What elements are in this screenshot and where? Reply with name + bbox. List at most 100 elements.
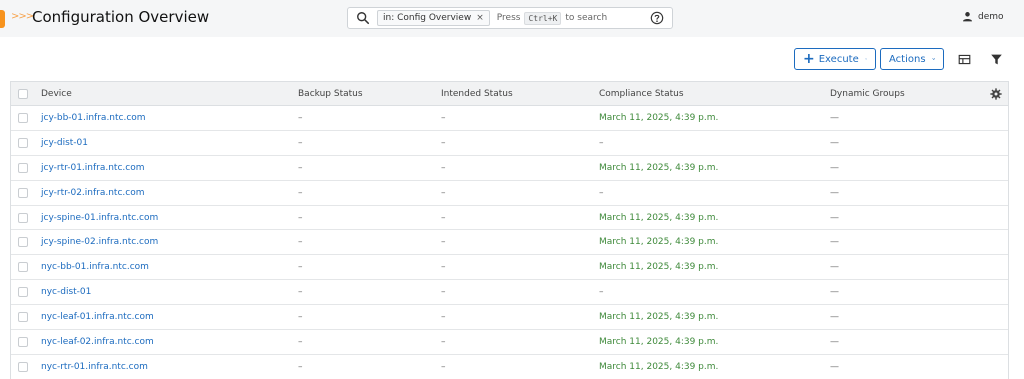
row-checkbox[interactable]: [18, 187, 28, 198]
remove-scope-icon[interactable]: ×: [476, 13, 484, 23]
row-checkbox[interactable]: [18, 287, 28, 298]
chevron-down-icon: [931, 58, 935, 60]
actions-button[interactable]: Actions: [880, 48, 944, 70]
device-link[interactable]: jcy-rtr-01.infra.ntc.com: [41, 163, 145, 173]
device-link[interactable]: nyc-leaf-02.infra.ntc.com: [41, 337, 154, 347]
backup-status: –: [298, 237, 303, 248]
search-hint-to-search: to search: [565, 13, 608, 23]
device-link[interactable]: nyc-bb-01.infra.ntc.com: [41, 262, 149, 272]
plus-icon: +: [803, 51, 815, 67]
execute-button[interactable]: + Execute: [794, 48, 876, 70]
table-layout-icon[interactable]: [958, 53, 971, 66]
dynamic-groups: —: [830, 312, 839, 323]
page-title: Configuration Overview: [32, 8, 210, 26]
compliance-status: March 11, 2025, 4:39 p.m.: [599, 312, 719, 323]
actions-label: Actions: [889, 53, 926, 65]
user-icon: [963, 12, 972, 22]
row-checkbox[interactable]: [18, 212, 28, 223]
device-link[interactable]: jcy-dist-01: [41, 138, 88, 148]
search-scope-chip[interactable]: in: Config Overview ×: [377, 10, 490, 26]
filter-icon[interactable]: [990, 53, 1003, 66]
intended-status: –: [441, 312, 446, 323]
row-checkbox[interactable]: [18, 312, 28, 323]
search-scope-label: in: Config Overview: [383, 13, 472, 23]
backup-status: –: [298, 262, 303, 273]
table-row: nyc-dist-01 – – – —: [11, 280, 1008, 306]
top-header: >>> Configuration Overview in: Config Ov…: [0, 0, 1024, 37]
dynamic-groups: —: [830, 112, 839, 123]
chevron-down-icon: [864, 58, 867, 60]
backup-status: –: [298, 112, 303, 123]
compliance-status: March 11, 2025, 4:39 p.m.: [599, 162, 719, 173]
gear-icon[interactable]: [990, 88, 1002, 100]
backup-status: –: [298, 287, 303, 298]
compliance-status: –: [599, 287, 604, 298]
device-link[interactable]: jcy-spine-01.infra.ntc.com: [41, 213, 158, 223]
user-menu[interactable]: demo: [962, 11, 1004, 22]
search-icon: [357, 12, 370, 25]
backup-status: –: [298, 312, 303, 323]
column-header-dynamic-groups[interactable]: Dynamic Groups: [830, 89, 905, 99]
table-row: jcy-rtr-01.infra.ntc.com – – March 11, 2…: [11, 155, 1008, 181]
column-header-intended-status[interactable]: Intended Status: [441, 89, 513, 99]
compliance-status: March 11, 2025, 4:39 p.m.: [599, 361, 719, 372]
dynamic-groups: —: [830, 187, 839, 198]
row-checkbox[interactable]: [18, 336, 28, 347]
device-link[interactable]: jcy-spine-02.infra.ntc.com: [41, 237, 158, 247]
table-row: jcy-spine-02.infra.ntc.com – – March 11,…: [11, 230, 1008, 256]
main-content: + Execute Actions Device Backup Status I…: [0, 37, 1024, 379]
user-name: demo: [978, 11, 1004, 22]
intended-status: –: [441, 336, 446, 347]
table-row: nyc-bb-01.infra.ntc.com – – March 11, 20…: [11, 255, 1008, 281]
row-checkbox[interactable]: [18, 237, 28, 248]
select-all-checkbox[interactable]: [18, 88, 28, 99]
table-row: jcy-spine-01.infra.ntc.com – – March 11,…: [11, 205, 1008, 231]
dynamic-groups: —: [830, 287, 839, 298]
row-checkbox[interactable]: [18, 262, 28, 273]
table-row: jcy-bb-01.infra.ntc.com – – March 11, 20…: [11, 106, 1008, 131]
compliance-status: –: [599, 137, 604, 148]
compliance-status: March 11, 2025, 4:39 p.m.: [599, 212, 719, 223]
help-icon[interactable]: [650, 11, 664, 25]
table-row: nyc-rtr-01.infra.ntc.com – – March 11, 2…: [11, 354, 1008, 379]
device-link[interactable]: nyc-leaf-01.infra.ntc.com: [41, 312, 154, 322]
dynamic-groups: —: [830, 212, 839, 223]
sidebar-toggle-tab[interactable]: [0, 10, 5, 28]
backup-status: –: [298, 137, 303, 148]
backup-status: –: [298, 212, 303, 223]
column-header-compliance-status[interactable]: Compliance Status: [599, 89, 684, 99]
backup-status: –: [298, 336, 303, 347]
intended-status: –: [441, 262, 446, 273]
search-bar[interactable]: in: Config Overview × Press Ctrl+K to se…: [347, 7, 673, 29]
backup-status: –: [298, 361, 303, 372]
device-link[interactable]: nyc-dist-01: [41, 287, 91, 297]
intended-status: –: [441, 137, 446, 148]
row-checkbox[interactable]: [18, 137, 28, 148]
compliance-status: –: [599, 187, 604, 198]
breadcrumb-arrows: >>>: [11, 11, 34, 22]
device-link[interactable]: jcy-rtr-02.infra.ntc.com: [41, 188, 145, 198]
intended-status: –: [441, 361, 446, 372]
intended-status: –: [441, 287, 446, 298]
column-header-backup-status[interactable]: Backup Status: [298, 89, 363, 99]
search-hint-press: Press: [496, 13, 521, 23]
compliance-status: March 11, 2025, 4:39 p.m.: [599, 262, 719, 273]
row-checkbox[interactable]: [18, 162, 28, 173]
row-checkbox[interactable]: [18, 112, 28, 123]
intended-status: –: [441, 212, 446, 223]
intended-status: –: [441, 237, 446, 248]
execute-label: Execute: [818, 53, 859, 65]
compliance-status: March 11, 2025, 4:39 p.m.: [599, 237, 719, 248]
dynamic-groups: —: [830, 262, 839, 273]
dynamic-groups: —: [830, 336, 839, 347]
compliance-status: March 11, 2025, 4:39 p.m.: [599, 112, 719, 123]
row-checkbox[interactable]: [18, 361, 28, 372]
search-shortcut-key: Ctrl+K: [524, 11, 562, 25]
device-link[interactable]: nyc-rtr-01.infra.ntc.com: [41, 362, 148, 372]
intended-status: –: [441, 112, 446, 123]
column-header-device[interactable]: Device: [41, 89, 72, 99]
intended-status: –: [441, 162, 446, 173]
intended-status: –: [441, 187, 446, 198]
dynamic-groups: —: [830, 137, 839, 148]
device-link[interactable]: jcy-bb-01.infra.ntc.com: [41, 113, 146, 123]
